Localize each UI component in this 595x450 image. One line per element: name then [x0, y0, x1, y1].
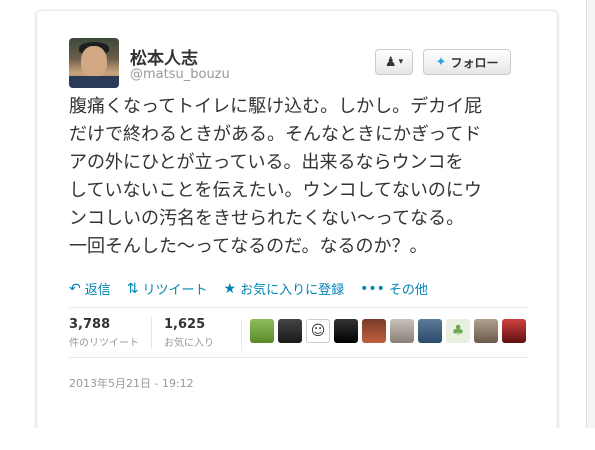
- avatar-face-cartoon-icon[interactable]: ☺: [306, 319, 330, 343]
- favorite-action[interactable]: ★ お気に入りに登録: [223, 279, 345, 299]
- tweet-line: していないことを伝えたい。ウンコしてないのにウ: [69, 180, 482, 201]
- reply-icon: ↶: [69, 280, 81, 297]
- scrollbar-track[interactable]: [586, 0, 595, 450]
- profile-handle[interactable]: @matsu_bouzu: [130, 67, 230, 82]
- retweet-stat[interactable]: 3,788 件のリツイート: [69, 317, 151, 349]
- tweet-line: 一回そんした〜ってなるのだ。なるのか？。: [69, 236, 428, 257]
- retweet-label: リツイート: [142, 283, 208, 298]
- retweet-action[interactable]: ⇅ リツイート: [126, 279, 208, 299]
- tweet-line: アの外にひとが立っている。出来るならウンコを: [69, 152, 464, 173]
- retweet-icon: ⇅: [126, 280, 139, 297]
- profile-avatar[interactable]: [69, 38, 119, 88]
- avatar-landscape-icon[interactable]: [250, 319, 274, 343]
- tweet-actions: ↶ 返信 ⇅ リツイート ★ お気に入りに登録 ••• その他: [69, 279, 428, 299]
- profile-name[interactable]: 松本人志: [130, 44, 198, 69]
- avatar-clover-icon[interactable]: ♣: [446, 319, 470, 343]
- retweet-count: 3,788: [69, 317, 111, 332]
- tweet-timestamp[interactable]: 2013年5月21日 - 19:12: [69, 375, 194, 391]
- reply-action[interactable]: ↶ 返信: [69, 279, 111, 299]
- tweet-stats: 3,788 件のリツイート 1,625 お気に入り: [69, 317, 230, 349]
- tweet-line: だけで終わるときがある。そんなときにかぎってド: [69, 124, 482, 145]
- user-actions-button[interactable]: ♟ ▾: [375, 49, 413, 75]
- favorite-count-label: お気に入り: [164, 338, 214, 349]
- avatar-doll-icon[interactable]: [418, 319, 442, 343]
- star-icon: ★: [223, 280, 237, 297]
- tweet-line: ンコしいの汚名をきせられたくない〜ってなる。: [69, 208, 465, 229]
- tweet-line: 腹痛くなってトイレに駆け込む。しかし。デカイ屁: [69, 96, 483, 117]
- divider: [69, 357, 529, 358]
- divider: [69, 307, 529, 308]
- avatar-red-icon[interactable]: [502, 319, 526, 343]
- twitter-bird-icon: ✦: [435, 54, 447, 70]
- avatar-group-icon[interactable]: [362, 319, 386, 343]
- avatar-shirt: [69, 76, 119, 88]
- follow-button[interactable]: ✦ フォロー: [423, 49, 511, 75]
- more-label: その他: [388, 283, 428, 298]
- favoriters-list: ☺ ♣: [241, 319, 526, 351]
- more-action[interactable]: ••• その他: [360, 279, 428, 299]
- more-dots-icon: •••: [360, 280, 385, 297]
- avatar-person2-icon[interactable]: [390, 319, 414, 343]
- avatar-person3-icon[interactable]: [474, 319, 498, 343]
- favorite-stat[interactable]: 1,625 お気に入り: [151, 317, 230, 349]
- retweet-count-label: 件のリツイート: [69, 338, 139, 349]
- favorite-count: 1,625: [164, 317, 206, 332]
- tweet-text: 腹痛くなってトイレに駆け込む。しかし。デカイ屁 だけで終わるときがある。そんなと…: [69, 93, 539, 261]
- user-icon: ♟: [384, 54, 397, 70]
- page-bottom: [0, 428, 595, 450]
- follow-label: フォロー: [450, 55, 499, 70]
- chevron-down-icon: ▾: [398, 57, 404, 67]
- reply-label: 返信: [84, 283, 111, 298]
- avatar-face: [81, 46, 107, 78]
- favorite-label: お気に入りに登録: [240, 283, 345, 298]
- avatar-dark-figure-icon[interactable]: [334, 319, 358, 343]
- avatar-person-icon[interactable]: [278, 319, 302, 343]
- tweet-card: 松本人志 @matsu_bouzu ♟ ▾ ✦ フォロー 腹痛くなってトイレに駆…: [36, 10, 558, 430]
